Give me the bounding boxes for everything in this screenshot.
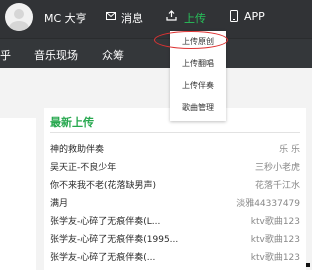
main-content-area: 最新上传 神的救助伴奏 乐 乐 吴天正-不良少年 三秒小老虎 你不来我不老(花落… bbox=[0, 68, 312, 278]
subnav-item-live-music[interactable]: 音乐现场 bbox=[34, 47, 78, 63]
latest-uploads-title: 最新上传 bbox=[50, 116, 94, 129]
upload-menu-button[interactable]: 上传 bbox=[184, 10, 206, 26]
artist-link[interactable]: ktv歌曲123 bbox=[251, 250, 300, 263]
upload-list-item[interactable]: 张学友-心碎了无痕伴奏(1995... ktv歌曲123 bbox=[50, 229, 300, 247]
menu-item-upload-accompaniment[interactable]: 上传伴奏 bbox=[170, 80, 226, 98]
highlight-annotation-ellipse bbox=[154, 31, 228, 49]
artist-link[interactable]: 乐 乐 bbox=[279, 142, 300, 155]
upload-list-item[interactable]: 吴天正-不良少年 三秒小老虎 bbox=[50, 157, 300, 175]
upload-icon[interactable] bbox=[166, 10, 177, 21]
username-link[interactable]: MC 大亨 bbox=[44, 10, 87, 26]
messages-link[interactable]: 消息 bbox=[121, 10, 143, 26]
subnav-item-crowdfunding[interactable]: 众筹 bbox=[102, 47, 124, 63]
song-title-link[interactable]: 神的救助伴奏 bbox=[50, 142, 104, 155]
song-title-link[interactable]: 张学友-心碎了无痕伴奏(L... bbox=[50, 214, 160, 227]
song-title-link[interactable]: 张学友-心碎了无痕伴奏(1995... bbox=[50, 232, 178, 245]
subnav-item-partial[interactable]: 乎 bbox=[0, 47, 11, 63]
upload-list-item[interactable]: 张学友-心碎了无痕伴奏(... ktv歌曲123 bbox=[50, 247, 300, 265]
upload-list-item[interactable]: 满月 淡雅44337479 bbox=[50, 193, 300, 211]
latest-uploads-panel: 最新上传 神的救助伴奏 乐 乐 吴天正-不良少年 三秒小老虎 你不来我不老(花落… bbox=[44, 108, 306, 270]
upload-list-item[interactable]: 你不来我不老(花落缺男声) 花落千江水 bbox=[50, 175, 300, 193]
song-title-link[interactable]: 满月 bbox=[50, 196, 68, 209]
song-title-link[interactable]: 吴天正-不良少年 bbox=[50, 160, 116, 173]
artist-link[interactable]: 三秒小老虎 bbox=[255, 160, 300, 173]
song-title-link[interactable]: 你不来我不老(花落缺男声) bbox=[50, 178, 156, 191]
avatar-body-shape bbox=[9, 21, 29, 31]
mobile-phone-icon[interactable] bbox=[230, 10, 238, 22]
corner-mark bbox=[306, 263, 310, 267]
left-content-panel bbox=[0, 118, 36, 278]
artist-link[interactable]: ktv歌曲123 bbox=[251, 214, 300, 227]
menu-item-song-management[interactable]: 歌曲管理 bbox=[170, 102, 226, 120]
app-link[interactable]: APP bbox=[244, 10, 265, 23]
upload-list-item[interactable]: 张学友-心碎了无痕伴奏(L... ktv歌曲123 bbox=[50, 211, 300, 229]
upload-list-item[interactable]: 神的救助伴奏 乐 乐 bbox=[50, 139, 300, 157]
artist-link[interactable]: 淡雅44337479 bbox=[236, 196, 300, 209]
song-title-link[interactable]: 张学友-心碎了无痕伴奏(... bbox=[50, 250, 155, 263]
artist-link[interactable]: ktv歌曲123 bbox=[251, 232, 300, 245]
avatar-head-shape bbox=[14, 9, 24, 19]
menu-item-upload-cover[interactable]: 上传翻唱 bbox=[170, 58, 226, 76]
mail-icon[interactable] bbox=[106, 12, 116, 20]
divider bbox=[50, 132, 300, 133]
artist-link[interactable]: 花落千江水 bbox=[255, 178, 300, 191]
user-avatar[interactable] bbox=[5, 3, 33, 31]
top-navigation-bar: MC 大亨 消息 上传 APP bbox=[0, 0, 312, 38]
